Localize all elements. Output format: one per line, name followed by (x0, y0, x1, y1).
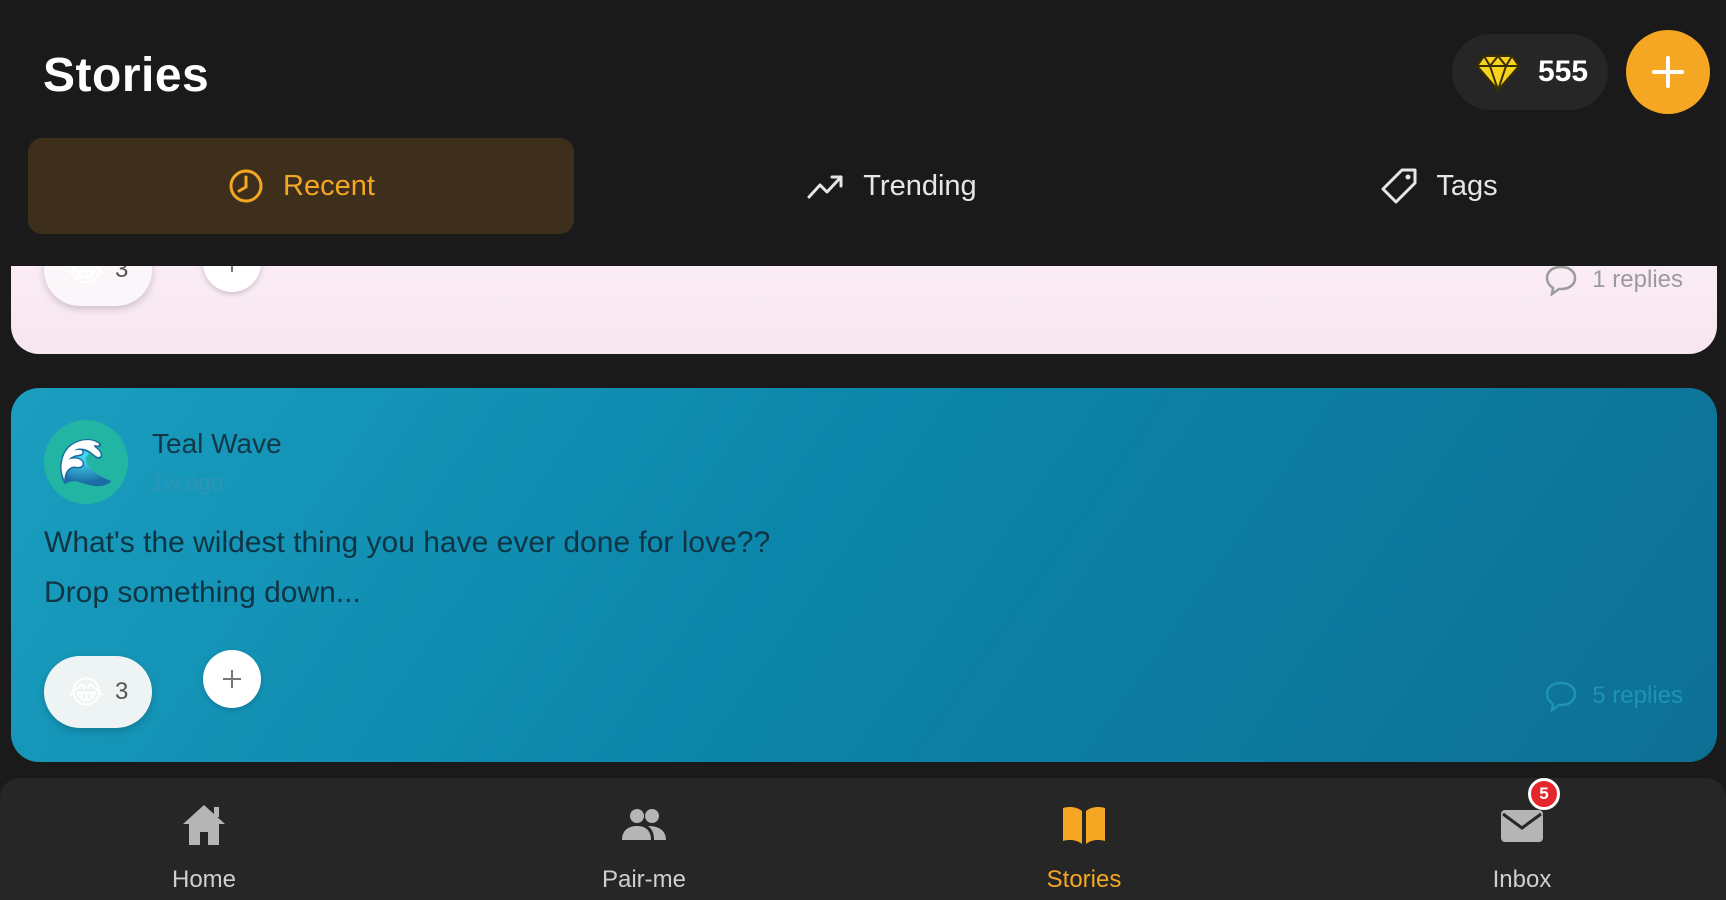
people-icon (622, 809, 666, 840)
comment-icon (1546, 266, 1577, 296)
inbox-icon-wrap: 5 (1498, 778, 1560, 848)
reaction-pill[interactable]: 😂 3 (44, 266, 152, 306)
plus-icon (1652, 56, 1684, 88)
replies-link[interactable]: 1 replies (1544, 266, 1683, 296)
author-name[interactable]: Teal Wave (152, 428, 282, 460)
nav-stories-label: Stories (1046, 866, 1122, 893)
laughing-emoji-icon: 😂 (67, 674, 106, 710)
avatar[interactable]: 🌊 (44, 420, 128, 504)
gem-count: 555 (1538, 55, 1589, 88)
add-reaction-button[interactable] (203, 266, 261, 292)
gem-balance[interactable]: 555 (1452, 34, 1608, 110)
story-text[interactable]: What's the wildest thing you have ever d… (44, 518, 770, 618)
comment-icon (1546, 681, 1577, 712)
tab-trending-label: Trending (863, 169, 977, 202)
reaction-pill[interactable]: 😂 3 (44, 656, 152, 728)
add-story-button[interactable] (1626, 30, 1710, 114)
nav-inbox-label: Inbox (1492, 866, 1552, 893)
app-header: Stories 555 (0, 0, 1726, 150)
nav-pair-me[interactable]: Pair-me (544, 802, 744, 894)
story-feed[interactable]: 😂 3 1 replies 🌊 Teal Wave 1w ago What's … (0, 266, 1726, 780)
clock-icon (229, 169, 263, 203)
nav-home-label: Home (171, 866, 237, 893)
tab-recent-label: Recent (283, 169, 375, 202)
plus-icon (231, 266, 233, 272)
nav-home[interactable]: Home (104, 802, 304, 894)
gem-icon (1476, 54, 1520, 92)
tab-recent[interactable]: Recent (28, 138, 574, 234)
add-reaction-button[interactable] (203, 650, 261, 708)
post-time: 1w ago (152, 470, 223, 495)
inbox-badge: 5 (1528, 778, 1560, 810)
tab-trending[interactable]: Trending (604, 138, 1180, 234)
nav-pair-me-label: Pair-me (601, 866, 686, 893)
reaction-count: 3 (115, 678, 129, 705)
nav-stories[interactable]: Stories (984, 802, 1184, 894)
replies-count: 5 replies (1592, 682, 1683, 709)
trending-up-icon (807, 175, 843, 199)
tab-tags-label: Tags (1436, 169, 1498, 202)
tab-tags[interactable]: Tags (1180, 138, 1698, 234)
book-icon (1063, 807, 1105, 844)
laughing-emoji-icon: 😂 (67, 266, 106, 288)
replies-link[interactable]: 5 replies (1544, 680, 1683, 712)
page-title: Stories (43, 49, 210, 102)
story-tabs: Recent Trending Tags (28, 138, 1698, 234)
story-card[interactable]: 🌊 Teal Wave 1w ago What's the wildest th… (11, 388, 1717, 762)
home-icon (183, 805, 225, 845)
plus-icon (223, 670, 241, 688)
replies-count: 1 replies (1592, 266, 1683, 293)
tag-icon (1381, 168, 1417, 204)
reaction-count: 3 (115, 266, 129, 283)
story-text-line: Drop something down... (44, 576, 361, 609)
wave-emoji-icon: 🌊 (57, 435, 115, 488)
story-text-line: What's the wildest thing you have ever d… (44, 526, 771, 559)
story-card[interactable]: 😂 3 1 replies (11, 266, 1717, 354)
nav-inbox[interactable]: 5 Inbox (1422, 778, 1622, 894)
bottom-navigation: Home Pair-me Stories 5 Inbox (0, 778, 1726, 900)
